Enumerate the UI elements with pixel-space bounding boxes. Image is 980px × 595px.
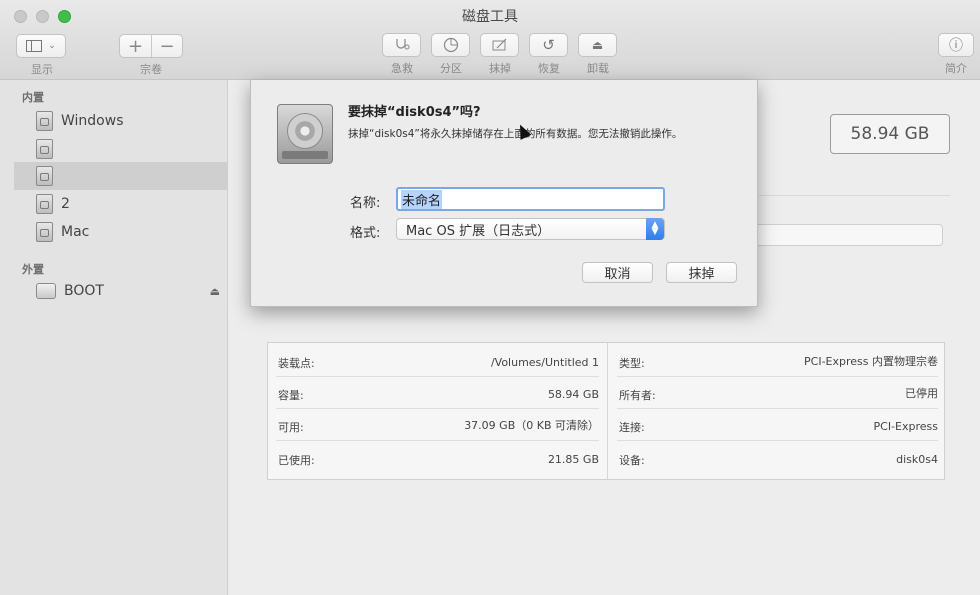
first-aid-label: 急救 [391, 62, 413, 75]
hard-disk-icon [277, 104, 333, 164]
erase-sheet: 要抹掉“disk0s4”吗? 抹掉“disk0s4”将永久抹掉储存在上面的所有数… [250, 80, 758, 307]
info-key: 所有者: [619, 389, 656, 402]
info-key: 设备: [619, 454, 645, 467]
restore-button[interactable]: ↺ [529, 33, 568, 57]
remove-volume-icon[interactable]: − [151, 35, 182, 57]
info-value: 已停用 [905, 387, 938, 400]
add-volume-icon[interactable]: + [120, 35, 151, 57]
sidebar-item-boot[interactable]: BOOT ⏏ [14, 277, 228, 305]
info-key: 类型: [619, 357, 645, 370]
format-label: 格式: [350, 226, 381, 241]
sidebar-item-label: BOOT [64, 283, 104, 299]
sidebar-item-selected-volume[interactable] [14, 162, 228, 190]
info-key: 已使用: [278, 454, 315, 467]
sidebar-icon [26, 40, 43, 52]
external-header: 外置 [22, 263, 44, 276]
info-table: 装载点: /Volumes/Untitled 1 容量: 58.94 GB 可用… [267, 342, 945, 480]
internal-disk-icon [36, 139, 53, 159]
sidebar: 内置 Windows 2 Mac 外置 BOOT ⏏ [0, 80, 228, 595]
info-row-used: 已使用: 21.85 GB [276, 441, 599, 473]
info-value: 37.09 GB（0 KB 可清除） [464, 419, 599, 432]
internal-disk-icon [36, 194, 53, 214]
info-value: PCI-Express [873, 420, 938, 433]
erase-button[interactable] [480, 33, 519, 57]
unmount-label: 卸载 [587, 62, 609, 75]
restore-arrow-icon: ↺ [542, 36, 555, 54]
info-value: 58.94 GB [547, 388, 599, 401]
capacity-display: 58.94 GB [830, 114, 950, 154]
info-column-left: 装载点: /Volumes/Untitled 1 容量: 58.94 GB 可用… [268, 343, 608, 479]
view-button[interactable]: ⌄ [16, 34, 66, 58]
info-key: 装载点: [278, 357, 315, 370]
sheet-title: 要抹掉“disk0s4”吗? [348, 105, 481, 120]
internal-header: 内置 [22, 91, 44, 104]
info-column-right: 类型: PCI-Express 内置物理宗卷 所有者: 已停用 连接: PCI-… [609, 343, 946, 479]
info-row-connection: 连接: PCI-Express [617, 409, 938, 441]
info-value: PCI-Express 内置物理宗卷 [804, 355, 938, 368]
chevron-down-icon: ⌄ [48, 41, 56, 51]
eraser-icon [492, 38, 506, 51]
info-value: /Volumes/Untitled 1 [490, 356, 599, 369]
cancel-button[interactable]: 取消 [582, 262, 653, 283]
eject-icon[interactable]: ⏏ [210, 285, 220, 298]
stethoscope-icon [395, 39, 409, 50]
internal-disk-icon [36, 222, 53, 242]
info-row-device: 设备: disk0s4 [617, 441, 938, 473]
unmount-button[interactable]: ⏏ [578, 33, 617, 57]
first-aid-button[interactable] [382, 33, 421, 57]
eject-icon: ⏏ [591, 38, 604, 52]
sidebar-item-volume[interactable] [14, 135, 228, 163]
pie-chart-icon [443, 37, 458, 53]
info-row-available: 可用: 37.09 GB（0 KB 可清除） [276, 409, 599, 441]
title-bar: 磁盘工具 ⌄ 显示 + − 宗卷 急救 分区 抹掉 ↺ 恢复 ⏏ 卸载 ⓘ 简介 [0, 0, 980, 80]
info-icon: ⓘ [949, 38, 963, 54]
info-key: 容量: [278, 389, 304, 402]
internal-disk-icon [36, 166, 53, 186]
erase-label: 抹掉 [489, 62, 511, 75]
info-key: 连接: [619, 421, 645, 434]
sidebar-item-windows[interactable]: Windows [14, 107, 228, 135]
volume-segment: + − [119, 34, 183, 58]
info-label: 简介 [945, 62, 967, 75]
window-title: 磁盘工具 [462, 9, 518, 25]
sidebar-item-label: Mac [61, 224, 90, 240]
name-input[interactable]: 未命名 [396, 187, 665, 211]
sidebar-item-label: 2 [61, 196, 70, 212]
format-select[interactable]: Mac OS 扩展（日志式） ▲ ▼ [396, 218, 665, 240]
info-key: 可用: [278, 421, 304, 434]
info-value: 21.85 GB [547, 453, 599, 466]
info-row-owner: 所有者: 已停用 [617, 377, 938, 409]
info-row-type: 类型: PCI-Express 内置物理宗卷 [617, 345, 938, 377]
restore-label: 恢复 [538, 62, 560, 75]
sidebar-item-mac[interactable]: Mac [14, 218, 228, 246]
info-button[interactable]: ⓘ [938, 33, 974, 57]
info-value: disk0s4 [896, 453, 938, 466]
view-label: 显示 [31, 63, 53, 76]
info-row-mount-point: 装载点: /Volumes/Untitled 1 [276, 345, 599, 377]
format-select-value: Mac OS 扩展（日志式） [406, 223, 551, 239]
disk-utility-window: 磁盘工具 ⌄ 显示 + − 宗卷 急救 分区 抹掉 ↺ 恢复 ⏏ 卸载 ⓘ 简介… [0, 0, 980, 595]
select-arrows-icon: ▲ ▼ [646, 218, 664, 240]
internal-disk-icon [36, 111, 53, 131]
external-disk-icon [36, 283, 56, 299]
sidebar-item-2[interactable]: 2 [14, 190, 228, 218]
sidebar-item-label: Windows [61, 113, 124, 129]
partition-label: 分区 [440, 62, 462, 75]
erase-confirm-button[interactable]: 抹掉 [666, 262, 737, 283]
info-row-capacity: 容量: 58.94 GB [276, 377, 599, 409]
volume-label: 宗卷 [140, 63, 162, 76]
name-label: 名称: [350, 196, 381, 211]
name-input-value: 未命名 [401, 189, 443, 209]
partition-button[interactable] [431, 33, 470, 57]
divider [759, 195, 950, 196]
